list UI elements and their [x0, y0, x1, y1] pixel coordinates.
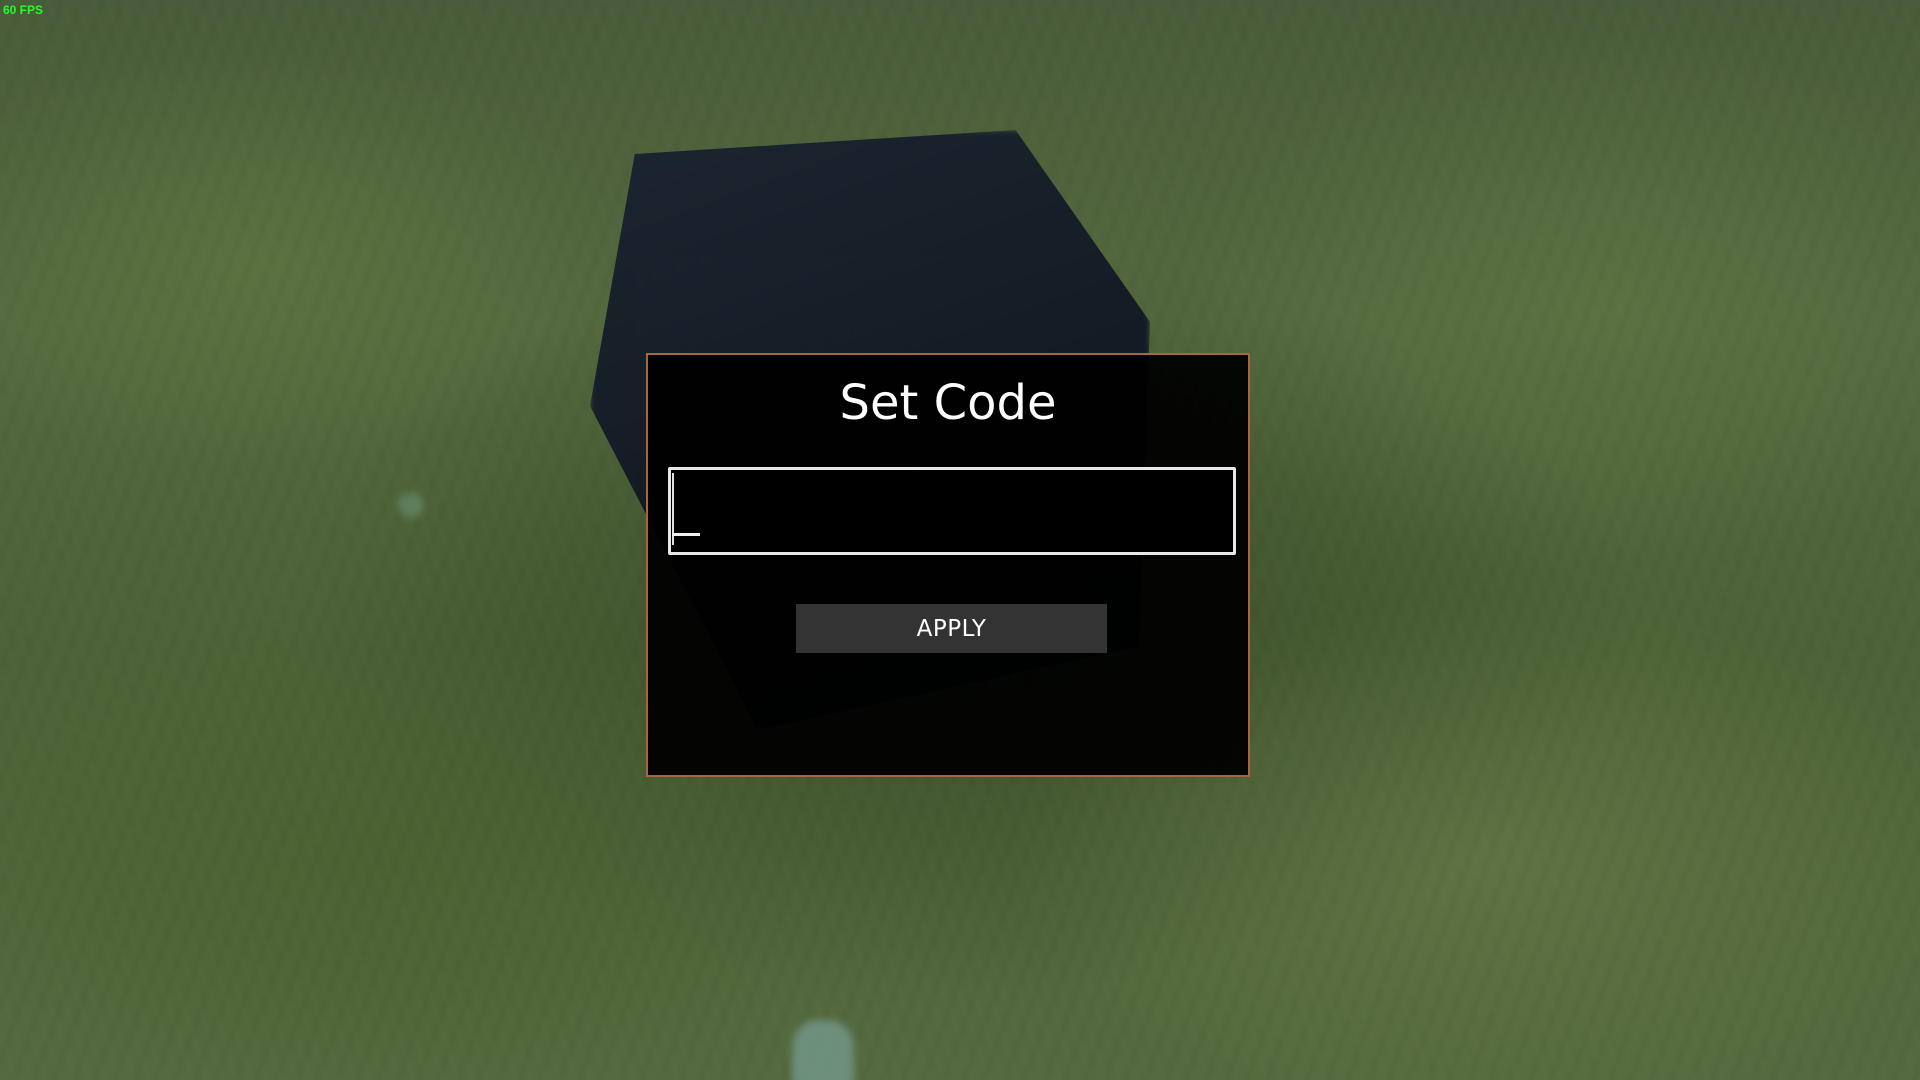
world-marker-dot [398, 492, 424, 518]
apply-button[interactable]: APPLY [796, 604, 1107, 653]
set-code-dialog: Set Code APPLY [646, 353, 1250, 777]
player-hand [792, 1020, 854, 1080]
fps-counter: 60 FPS [3, 3, 44, 17]
code-input[interactable] [668, 467, 1236, 555]
dialog-title: Set Code [839, 375, 1057, 431]
